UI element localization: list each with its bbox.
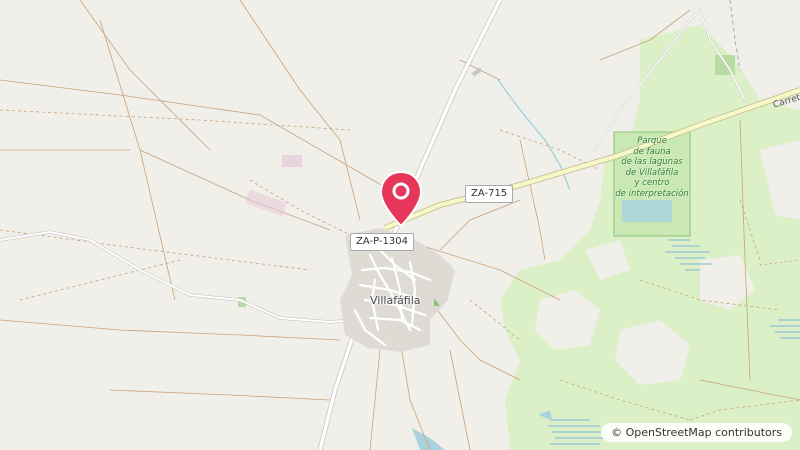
park-label-line: de fauna [633, 146, 671, 157]
road-shield-za-p-1304: ZA-P-1304 [350, 233, 414, 251]
road-shield-za-715: ZA-715 [465, 185, 514, 203]
park-label: Parque de fauna de las lagunas de Villaf… [592, 136, 712, 199]
park-label-line: de Villafáfila [625, 167, 679, 178]
map-attribution[interactable]: © OpenStreetMap contributors [601, 423, 792, 442]
lagoon-water [622, 200, 672, 222]
attribution-text[interactable]: OpenStreetMap contributors [626, 426, 782, 439]
copyright-icon: © [611, 426, 623, 439]
park-label-line: de interpretación [615, 188, 689, 199]
map-pin-icon[interactable] [379, 170, 423, 228]
town-label: Villafáfila [370, 294, 421, 307]
park-label-line: de las lagunas [621, 157, 683, 167]
park-label-line: Parque [637, 136, 667, 146]
park-label-line: y centro [634, 178, 670, 188]
building-cluster [282, 155, 302, 167]
map-view[interactable]: ZA-P-1304 ZA-715 Carretera Villafáfila P… [0, 0, 800, 450]
